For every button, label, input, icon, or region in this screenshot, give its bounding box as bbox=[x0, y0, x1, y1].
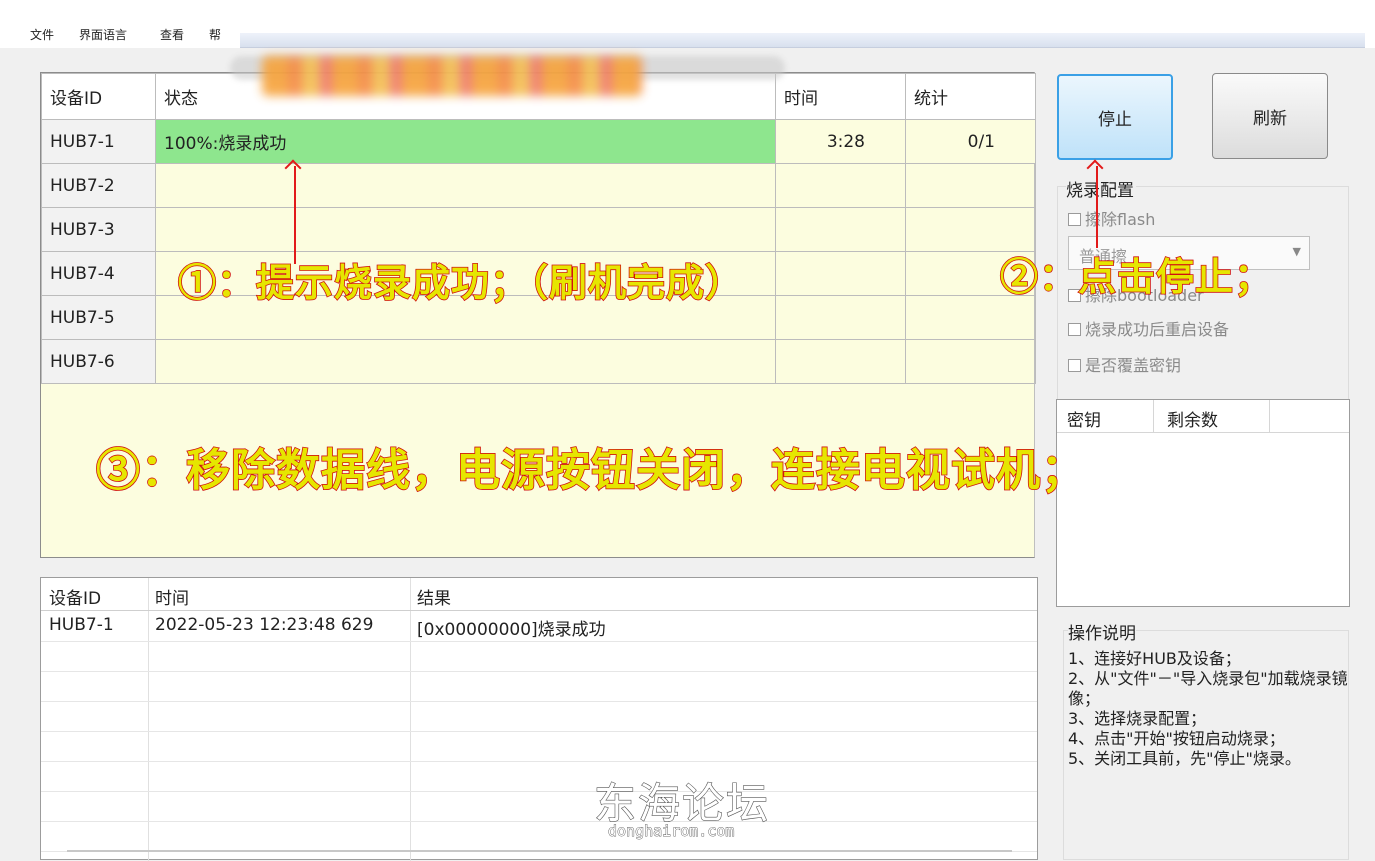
reboot-after-checkbox[interactable]: 烧录成功后重启设备 bbox=[1068, 316, 1229, 340]
device-status bbox=[155, 339, 776, 384]
help-group: 操作说明 1、连接好HUB及设备； 2、从"文件"－"导入烧录包"加载烧录镜像；… bbox=[1063, 619, 1349, 860]
redacted-title-text bbox=[262, 56, 642, 96]
log-result: [0x00000000]烧录成功 bbox=[417, 620, 606, 640]
device-count bbox=[905, 163, 1036, 208]
menu-view[interactable]: 查看 bbox=[160, 26, 184, 43]
log-row bbox=[41, 731, 1037, 762]
col-header-time[interactable]: 时间 bbox=[155, 584, 189, 609]
menu-help[interactable]: 帮 bbox=[209, 26, 221, 43]
annotation-step-3: ③：移除数据线，电源按钮关闭，连接电视试机； bbox=[95, 444, 1086, 497]
help-title: 操作说明 bbox=[1068, 619, 1136, 644]
menu-language[interactable]: 界面语言 bbox=[79, 26, 127, 43]
col-header-key[interactable]: 密钥 bbox=[1067, 406, 1101, 431]
log-header-row: 设备ID 时间 结果 bbox=[41, 580, 1037, 611]
horizontal-scrollbar[interactable] bbox=[67, 850, 1012, 852]
help-text: 1、连接好HUB及设备； 2、从"文件"－"导入烧录包"加载烧录镜像； 3、选择… bbox=[1068, 649, 1348, 768]
device-time bbox=[775, 251, 906, 296]
reboot-after-label: 烧录成功后重启设备 bbox=[1085, 320, 1230, 339]
device-row[interactable]: HUB7-3 bbox=[41, 207, 1036, 252]
menu-bar-band bbox=[240, 33, 1365, 48]
log-row bbox=[41, 701, 1037, 732]
log-time: 2022-05-23 12:23:48 629 bbox=[155, 615, 374, 635]
device-status bbox=[155, 163, 776, 208]
keys-table[interactable]: 密钥 剩余数 bbox=[1056, 399, 1350, 607]
chevron-down-icon: ▼ bbox=[1292, 245, 1301, 258]
refresh-button[interactable]: 刷新 bbox=[1212, 73, 1328, 159]
annotation-arrow-icon bbox=[1096, 166, 1098, 248]
device-row[interactable]: HUB7-1 100%:烧录成功 3:28 0/1 bbox=[41, 119, 1036, 164]
col-header-remaining[interactable]: 剩余数 bbox=[1167, 406, 1218, 431]
menu-bar: 文件 界面语言 查看 帮 bbox=[0, 0, 1375, 48]
watermark-url: donghairom.com bbox=[608, 822, 735, 841]
device-id: HUB7-6 bbox=[41, 339, 156, 384]
device-status: 100%:烧录成功 bbox=[155, 119, 776, 164]
device-time bbox=[775, 339, 906, 384]
device-id: HUB7-5 bbox=[41, 295, 156, 340]
log-row bbox=[41, 641, 1037, 672]
log-row bbox=[41, 671, 1037, 702]
device-count: 0/1 bbox=[905, 119, 1036, 164]
device-time bbox=[775, 207, 906, 252]
col-header-stats[interactable]: 统计 bbox=[905, 73, 1036, 120]
annotation-step-1: ①：提示烧录成功；（刷机完成） bbox=[177, 259, 745, 306]
stop-button[interactable]: 停止 bbox=[1057, 74, 1173, 160]
col-header-time[interactable]: 时间 bbox=[775, 73, 906, 120]
annotation-arrow-icon bbox=[294, 166, 296, 264]
log-row bbox=[41, 761, 1037, 792]
overwrite-key-checkbox[interactable]: 是否覆盖密钥 bbox=[1068, 352, 1181, 376]
column-divider bbox=[1269, 400, 1270, 432]
log-row bbox=[41, 821, 1037, 852]
device-id: HUB7-2 bbox=[41, 163, 156, 208]
menu-file[interactable]: 文件 bbox=[30, 26, 54, 43]
device-id: HUB7-4 bbox=[41, 251, 156, 296]
column-divider bbox=[1153, 400, 1154, 432]
col-header-result[interactable]: 结果 bbox=[417, 584, 451, 609]
burn-config-title: 烧录配置 bbox=[1066, 176, 1136, 201]
col-header-device-id[interactable]: 设备ID bbox=[49, 584, 101, 609]
keys-table-header: 密钥 剩余数 bbox=[1057, 400, 1349, 433]
log-row bbox=[41, 791, 1037, 822]
device-status bbox=[155, 207, 776, 252]
col-header-device-id[interactable]: 设备ID bbox=[41, 73, 156, 120]
overwrite-key-label: 是否覆盖密钥 bbox=[1085, 356, 1182, 375]
annotation-step-2: ②：点击停止； bbox=[999, 253, 1274, 300]
device-count bbox=[905, 295, 1036, 340]
device-time bbox=[775, 163, 906, 208]
device-row[interactable]: HUB7-2 bbox=[41, 163, 1036, 208]
device-row[interactable]: HUB7-6 bbox=[41, 339, 1036, 384]
burn-log-table[interactable]: 设备ID 时间 结果 HUB7-1 2022-05-23 12:23:48 62… bbox=[40, 577, 1038, 861]
log-device-id: HUB7-1 bbox=[49, 615, 114, 635]
device-id: HUB7-1 bbox=[41, 119, 156, 164]
device-time bbox=[775, 295, 906, 340]
device-time: 3:28 bbox=[775, 119, 906, 164]
log-row[interactable]: HUB7-1 2022-05-23 12:23:48 629 [0x000000… bbox=[41, 611, 1037, 642]
device-count bbox=[905, 339, 1036, 384]
erase-flash-checkbox[interactable]: 擦除flash bbox=[1068, 206, 1155, 230]
device-id: HUB7-3 bbox=[41, 207, 156, 252]
device-count bbox=[905, 207, 1036, 252]
